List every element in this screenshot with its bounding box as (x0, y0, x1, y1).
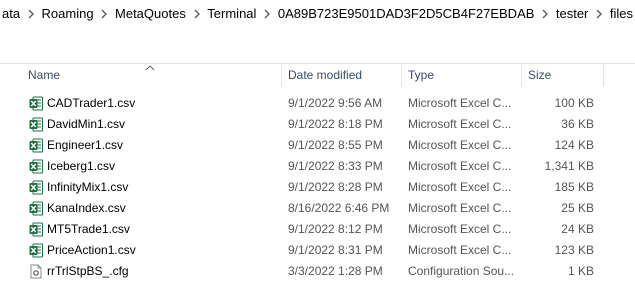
file-name: PriceAction1.csv (47, 243, 136, 257)
breadcrumb-item-terminal[interactable]: Terminal (205, 6, 258, 21)
column-header: Name Date modified Type Size (0, 64, 635, 86)
file-row[interactable]: MT5Trade1.csv 9/1/2022 8:12 PM Microsoft E… (0, 219, 635, 240)
excel-csv-icon (29, 96, 43, 111)
file-date-modified: 9/1/2022 9:56 AM (288, 96, 383, 110)
config-file-icon (29, 264, 43, 279)
breadcrumb-item-appdata[interactable]: ata (0, 6, 22, 21)
file-size: 185 KB (554, 180, 594, 194)
excel-csv-icon (29, 159, 43, 174)
file-row[interactable]: CADTrader1.csv 9/1/2022 9:56 AM Microsoft … (0, 93, 635, 114)
file-row[interactable]: Iceberg1.csv 9/1/2022 8:33 PM Microsoft Ex… (0, 156, 635, 177)
file-type: Microsoft Excel C... (408, 96, 512, 110)
file-date-modified: 3/3/2022 1:28 PM (288, 264, 383, 278)
file-date-modified: 9/1/2022 8:33 PM (288, 159, 383, 173)
file-row[interactable]: InfinityMix1.csv 9/1/2022 8:28 PM Microsof… (0, 177, 635, 198)
file-date-modified: 9/1/2022 8:55 PM (288, 138, 383, 152)
file-size: 100 KB (554, 96, 594, 110)
file-size: 123 KB (554, 243, 594, 257)
chevron-right-icon[interactable] (258, 6, 275, 21)
column-header-name[interactable]: Name (22, 64, 280, 86)
file-name: CADTrader1.csv (47, 96, 136, 110)
file-size: 25 KB (561, 201, 594, 215)
file-size: 124 KB (554, 138, 594, 152)
file-row[interactable]: rrTrlStpBS_.cfg 3/3/2022 1:28 PM Configura… (0, 261, 635, 282)
file-type: Microsoft Excel C... (408, 180, 512, 194)
column-header-size[interactable]: Size (522, 64, 602, 86)
breadcrumb-item-terminal-id[interactable]: 0A89B723E9501DAD3F2D5CB4F27EBDAB (276, 6, 537, 21)
chevron-right-icon[interactable] (188, 6, 205, 21)
excel-csv-icon (29, 201, 43, 216)
file-name: rrTrlStpBS_.cfg (47, 264, 129, 278)
file-name: InfinityMix1.csv (47, 180, 129, 194)
file-type: Microsoft Excel C... (408, 138, 512, 152)
excel-csv-icon (29, 222, 43, 237)
breadcrumb-item-roaming[interactable]: Roaming (40, 6, 96, 21)
chevron-right-icon[interactable] (96, 6, 113, 21)
excel-csv-icon (29, 117, 43, 132)
excel-csv-icon (29, 138, 43, 153)
file-type: Microsoft Excel C... (408, 243, 512, 257)
file-size: 1,341 KB (544, 159, 594, 173)
chevron-right-icon[interactable] (536, 6, 553, 21)
file-date-modified: 8/16/2022 6:46 PM (288, 201, 390, 215)
file-size: 36 KB (561, 117, 594, 131)
file-type: Microsoft Excel C... (408, 117, 512, 131)
file-date-modified: 9/1/2022 8:12 PM (288, 222, 383, 236)
column-header-type[interactable]: Type (402, 64, 520, 86)
chevron-right-icon[interactable] (590, 6, 607, 21)
file-date-modified: 9/1/2022 8:31 PM (288, 243, 383, 257)
file-row[interactable]: DavidMin1.csv 9/1/2022 8:18 PM Microsoft E… (0, 114, 635, 135)
breadcrumb-item-tester[interactable]: tester (554, 6, 591, 21)
file-row[interactable]: KanaIndex.csv 8/16/2022 6:46 PM Microsoft … (0, 198, 635, 219)
excel-csv-icon (29, 243, 43, 258)
file-name: Engineer1.csv (47, 138, 124, 152)
file-date-modified: 9/1/2022 8:18 PM (288, 117, 383, 131)
file-type: Microsoft Excel C... (408, 201, 512, 215)
column-divider[interactable] (603, 64, 604, 86)
breadcrumb-item-metaquotes[interactable]: MetaQuotes (113, 6, 188, 21)
file-type: Microsoft Excel C... (408, 222, 512, 236)
file-date-modified: 9/1/2022 8:28 PM (288, 180, 383, 194)
file-type: Microsoft Excel C... (408, 159, 512, 173)
excel-csv-icon (29, 180, 43, 195)
file-row[interactable]: PriceAction1.csv 9/1/2022 8:31 PM Microsof… (0, 240, 635, 261)
file-name: Iceberg1.csv (47, 159, 116, 173)
breadcrumb-item-files[interactable]: files (608, 6, 635, 21)
breadcrumb: ata Roaming MetaQuotes Terminal 0A89B723… (0, 0, 635, 26)
file-name: MT5Trade1.csv (47, 222, 130, 236)
file-name: KanaIndex.csv (47, 201, 126, 215)
file-row[interactable]: Engineer1.csv 9/1/2022 8:55 PM Microsoft E… (0, 135, 635, 156)
toolbar-area (0, 26, 635, 64)
file-name: DavidMin1.csv (47, 117, 126, 131)
file-size: 1 KB (567, 264, 594, 278)
column-header-date[interactable]: Date modified (282, 64, 400, 86)
file-type: Configuration Sou... (408, 264, 515, 278)
file-list: CADTrader1.csv 9/1/2022 9:56 AM Microsoft … (0, 93, 635, 282)
chevron-right-icon[interactable] (22, 6, 39, 21)
file-size: 24 KB (561, 222, 594, 236)
